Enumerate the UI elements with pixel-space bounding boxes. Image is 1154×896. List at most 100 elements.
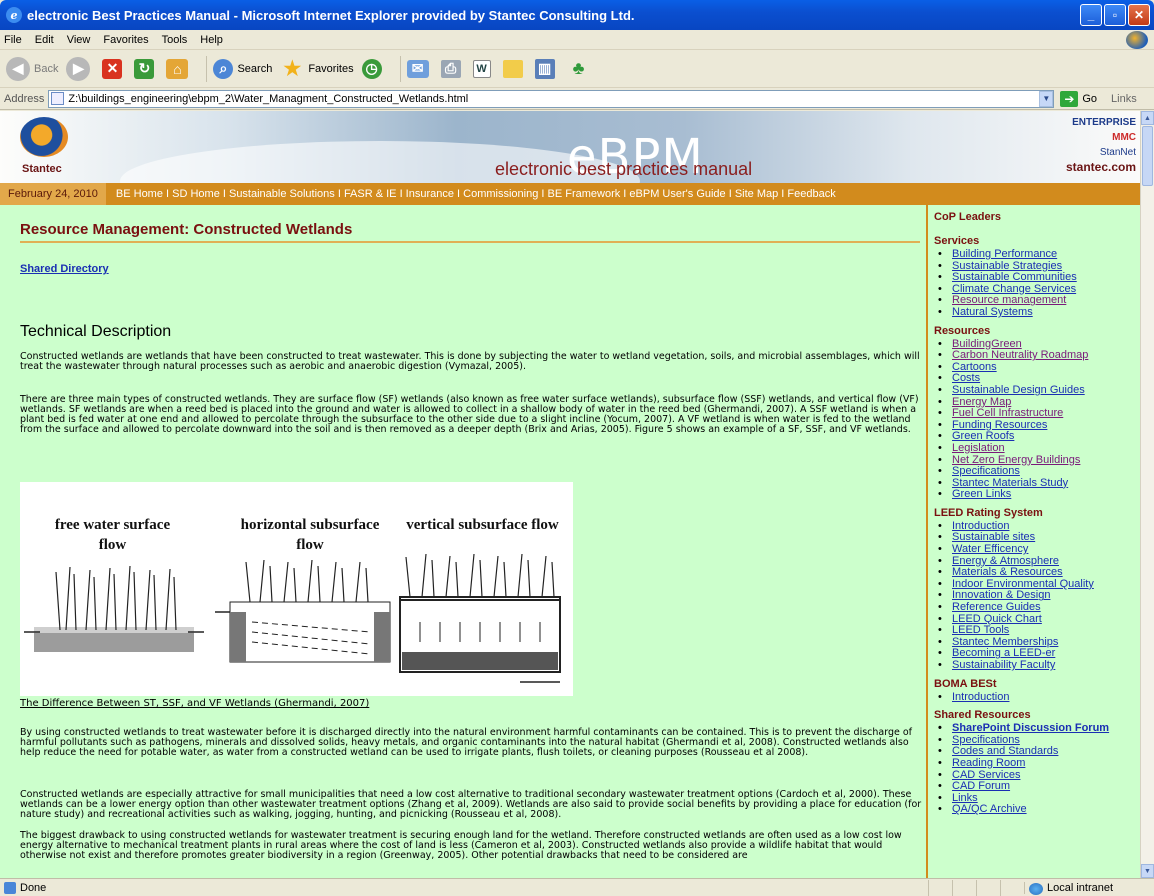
- sidebar-item-natural-systems[interactable]: Natural Systems: [938, 306, 1140, 319]
- discuss-button[interactable]: [502, 59, 527, 78]
- scroll-down-icon[interactable]: ▼: [1141, 864, 1154, 878]
- partner-stannet[interactable]: StanNet: [1066, 145, 1136, 160]
- sidebar-item-specifications[interactable]: Specifications: [938, 465, 1140, 478]
- menu-file[interactable]: File: [4, 34, 22, 46]
- sidebar-item-carbon-roadmap[interactable]: Carbon Neutrality Roadmap: [938, 350, 1140, 362]
- address-url: Z:\buildings_engineering\ebpm_2\Water_Ma…: [68, 92, 469, 105]
- paragraph-2: There are three main types of constructe…: [20, 394, 919, 435]
- home-icon: ⌂: [166, 58, 189, 79]
- maximize-button[interactable]: ▫: [1104, 4, 1126, 26]
- refresh-icon: ↻: [134, 58, 155, 79]
- wetland-figure: free water surface flow horizontal subsu…: [20, 482, 573, 696]
- partner-stantec-com[interactable]: stantec.com: [1066, 160, 1136, 175]
- sidebar-shared-heading: Shared Resources: [934, 709, 1031, 722]
- history-button[interactable]: ◷: [361, 58, 386, 79]
- nav-links[interactable]: BE Home I SD Home I Sustainable Solution…: [116, 188, 836, 200]
- page-viewport: Stantec eBPM electronic best practices m…: [0, 111, 1140, 878]
- favorites-button[interactable]: ★ Favorites: [280, 57, 353, 81]
- scroll-up-icon[interactable]: ▲: [1141, 111, 1154, 125]
- sidebar-item-faculty[interactable]: Sustainability Faculty: [938, 659, 1140, 672]
- page-icon: [51, 92, 65, 105]
- figure-label-hssf: horizontal subsurface flow: [240, 517, 380, 553]
- print-button[interactable]: ⎙: [440, 59, 465, 78]
- sidebar-boma-list: Introduction: [934, 691, 1140, 704]
- refresh-button[interactable]: ↻: [134, 58, 158, 79]
- menu-view[interactable]: View: [67, 34, 91, 46]
- scroll-thumb[interactable]: [1142, 126, 1153, 186]
- menu-tools[interactable]: Tools: [162, 34, 188, 46]
- partner-logos: ENTERPRISE MMC StanNet stantec.com: [1066, 115, 1136, 175]
- search-icon: ⌕: [213, 58, 234, 79]
- mail-icon: ✉: [406, 59, 429, 78]
- stop-icon: ✕: [102, 58, 123, 79]
- word-icon: W: [472, 59, 491, 78]
- sidebar-item-building-performance[interactable]: Building Performance: [938, 248, 1140, 261]
- mail-button[interactable]: ✉: [406, 59, 433, 78]
- sidebar-item-reading-room[interactable]: Reading Room: [938, 757, 1140, 770]
- sidebar-item-water-efficency[interactable]: Water Efficency: [938, 543, 1140, 556]
- paragraph-1: Constructed wetlands are wetlands that h…: [20, 351, 920, 372]
- site-nav: February 24, 2010 BE Home I SD Home I Su…: [0, 183, 1140, 205]
- minimize-button[interactable]: _: [1080, 4, 1102, 26]
- links-toolbar[interactable]: Links: [1111, 93, 1137, 105]
- sidebar-leed-heading: LEED Rating System: [934, 506, 1043, 519]
- figure-caption[interactable]: The Difference Between ST, SSF, and VF W…: [20, 698, 369, 709]
- history-icon: ◷: [361, 58, 382, 79]
- sidebar-item-legislation[interactable]: Legislation: [938, 442, 1140, 455]
- go-button[interactable]: ➔ Go: [1060, 90, 1097, 107]
- status-bar: Done Local intranet: [0, 878, 1154, 896]
- forward-arrow-icon: ▶: [66, 56, 91, 81]
- messenger-button[interactable]: ♣: [567, 57, 595, 81]
- ebpm-subtitle: electronic best practices manual: [495, 159, 753, 179]
- stop-button[interactable]: ✕: [102, 58, 126, 79]
- toolbar: ◀ Back ▶ ✕ ↻ ⌂ ⌕ Search ★ Favorites ◷ ✉ …: [0, 50, 1154, 88]
- figure-label-vsf: vertical subsurface flow: [406, 517, 559, 533]
- menu-bar: File Edit View Favorites Tools Help: [0, 30, 1154, 50]
- page-status-icon: [4, 881, 16, 894]
- search-button[interactable]: ⌕ Search: [213, 58, 272, 79]
- window-title: electronic Best Practices Manual - Micro…: [27, 7, 635, 23]
- research-button[interactable]: ▥: [534, 58, 559, 79]
- sidebar-item-design-guides[interactable]: Sustainable Design Guides: [938, 384, 1140, 397]
- sidebar-item-green-links[interactable]: Green Links: [938, 489, 1140, 501]
- messenger-icon: ♣: [572, 58, 585, 78]
- stantec-logo-icon[interactable]: [20, 117, 68, 157]
- go-arrow-icon: ➔: [1060, 90, 1079, 107]
- menu-help[interactable]: Help: [200, 34, 223, 46]
- page-date: February 24, 2010: [0, 183, 106, 205]
- menu-favorites[interactable]: Favorites: [103, 34, 148, 46]
- sidebar-item-qaqc[interactable]: QA/QC Archive: [938, 804, 1140, 816]
- sidebar-item-reference-guides[interactable]: Reference Guides: [938, 601, 1140, 614]
- shared-directory-link[interactable]: Shared Directory: [20, 263, 109, 275]
- partner-mmc[interactable]: MMC: [1066, 130, 1136, 145]
- figure-label-sf: free water surface flow: [54, 517, 171, 553]
- sidebar-leed-list: Introduction Sustainable sites Water Eff…: [934, 520, 1140, 672]
- paragraph-4: Constructed wetlands are especially attr…: [20, 789, 922, 820]
- address-input[interactable]: Z:\buildings_engineering\ebpm_2\Water_Ma…: [48, 89, 1055, 108]
- address-bar: Address Z:\buildings_engineering\ebpm_2\…: [0, 88, 1154, 110]
- chevron-down-icon[interactable]: ▼: [1039, 90, 1054, 107]
- paragraph-3: By using constructed wetlands to treat w…: [20, 727, 913, 758]
- forward-button[interactable]: ▶: [66, 56, 94, 81]
- edit-button[interactable]: W: [472, 59, 495, 78]
- paragraph-5: The biggest drawback to using constructe…: [20, 830, 902, 861]
- sidebar-services-heading: Services: [934, 235, 980, 247]
- sidebar-item-boma-intro[interactable]: Introduction: [938, 691, 1140, 704]
- sidebar-item-cad-forum[interactable]: CAD Forum: [938, 781, 1140, 793]
- home-button[interactable]: ⌂: [166, 58, 192, 79]
- sidebar-boma-heading: BOMA BESt: [934, 677, 997, 690]
- sidebar-item-fuel-cell[interactable]: Fuel Cell Infrastructure: [938, 408, 1140, 420]
- vertical-scrollbar[interactable]: ▲ ▼: [1140, 111, 1154, 878]
- close-button[interactable]: ✕: [1128, 4, 1150, 26]
- sidebar-cop-heading[interactable]: CoP Leaders: [934, 211, 1140, 223]
- brand-name: Stantec: [22, 163, 62, 175]
- window-titlebar: e electronic Best Practices Manual - Mic…: [0, 0, 1154, 30]
- sidebar-resources-heading: Resources: [934, 324, 991, 337]
- menu-edit[interactable]: Edit: [35, 34, 54, 46]
- partner-enterprise[interactable]: ENTERPRISE: [1066, 115, 1136, 130]
- print-icon: ⎙: [440, 59, 461, 78]
- site-banner: Stantec eBPM electronic best practices m…: [0, 111, 1140, 183]
- sidebar-resources-list: BuildingGreen Carbon Neutrality Roadmap …: [934, 338, 1140, 501]
- back-button[interactable]: ◀ Back: [6, 56, 58, 81]
- windows-logo-icon: [1126, 31, 1148, 49]
